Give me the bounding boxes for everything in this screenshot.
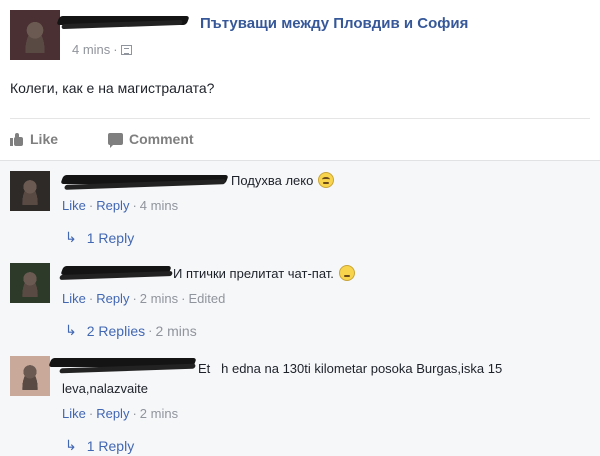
meta-separator: ·	[88, 291, 94, 306]
comment-like-link[interactable]: Like	[62, 291, 86, 306]
post-text: Колеги, как е на магистралата?	[10, 80, 215, 96]
comment-reply-link[interactable]: Reply	[96, 291, 129, 306]
grinning-emoji-icon	[318, 172, 335, 188]
like-button[interactable]: Like	[10, 131, 58, 147]
meta-separator: ·	[113, 42, 118, 57]
audience-icon[interactable]	[120, 44, 132, 55]
edited-label[interactable]: Edited	[188, 291, 225, 306]
group-name-link[interactable]: Пътуващи между Пловдив и София	[200, 15, 468, 32]
meta-separator: ·	[148, 323, 153, 338]
reply-arrow-icon: ↳	[65, 322, 77, 338]
meta-separator: ·	[88, 198, 94, 213]
post-divider	[10, 118, 590, 119]
view-replies-row: ↳ 2 Replies · 2 mins	[65, 322, 197, 339]
meta-separator: ·	[88, 406, 94, 421]
meta-separator: ·	[132, 198, 137, 213]
smile-emoji-icon	[338, 265, 355, 281]
comment-time[interactable]: 4 mins	[140, 198, 178, 213]
commenter-avatar[interactable]	[10, 263, 50, 303]
poster-avatar[interactable]	[10, 10, 60, 60]
commenter-avatar[interactable]	[10, 171, 50, 211]
comment-text-line: Et h edna na 130ti kilometar posoka Burg…	[198, 361, 503, 376]
comment-like-link[interactable]: Like	[62, 406, 86, 421]
comment-reply-link[interactable]: Reply	[96, 198, 129, 213]
replies-count: 1 Reply	[86, 229, 135, 246]
comment-time[interactable]: 2 mins	[140, 406, 178, 421]
commenter-avatar[interactable]	[10, 356, 50, 396]
like-label: Like	[30, 131, 59, 147]
reply-arrow-icon: ↳	[65, 437, 77, 453]
comment-time[interactable]: 2 mins	[140, 291, 178, 306]
meta-separator: ·	[181, 291, 186, 306]
comment-label: Comment	[129, 131, 194, 147]
meta-separator: ·	[132, 291, 137, 306]
replies-time: 2 mins	[155, 322, 197, 339]
comment-text: Подухва леко	[231, 172, 314, 188]
comment-reply-link[interactable]: Reply	[96, 406, 129, 421]
comment-icon	[108, 133, 123, 148]
reply-arrow-icon: ↳	[65, 229, 77, 245]
view-replies-link[interactable]: ↳ 1 Reply	[65, 229, 134, 246]
replies-count: 2 Replies	[86, 322, 146, 339]
view-replies-link[interactable]: ↳ 1 Reply	[65, 437, 134, 454]
post-time[interactable]: 4 mins	[72, 42, 110, 57]
comment-button[interactable]: Comment	[108, 131, 194, 148]
replies-count: 1 Reply	[86, 437, 135, 454]
comment-text: И птички прелитат чат-пат.	[173, 265, 334, 281]
meta-separator: ·	[132, 406, 137, 421]
comment-text-line: leva,nalazvaite	[62, 381, 148, 396]
thumbs-up-icon	[10, 132, 24, 146]
comment-like-link[interactable]: Like	[62, 198, 86, 213]
view-replies-link[interactable]: ↳ 2 Replies	[65, 322, 145, 339]
